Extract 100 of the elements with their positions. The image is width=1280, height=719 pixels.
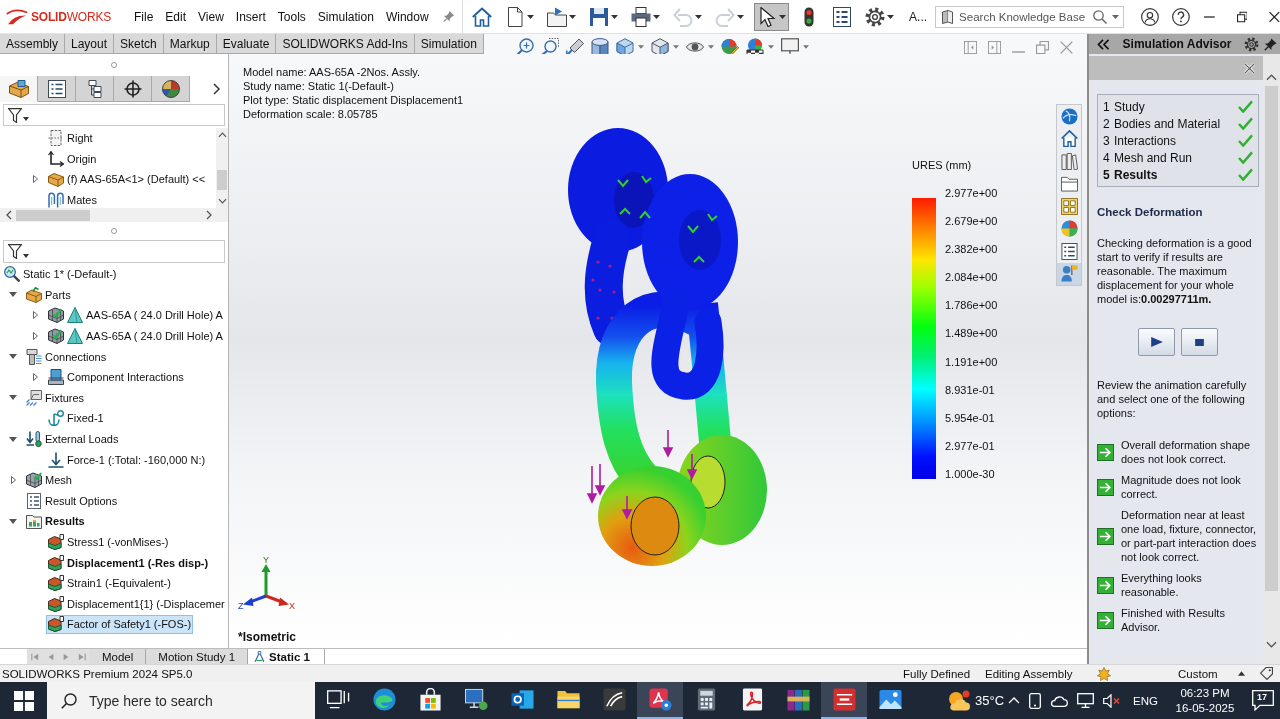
tree-item[interactable]: Displacement1 (-Res disp-) xyxy=(46,553,211,573)
tree-item[interactable]: Stress1 (-vonMises-) xyxy=(46,532,171,552)
select-button[interactable] xyxy=(754,2,790,31)
speaker-muted-icon[interactable] xyxy=(1103,693,1121,708)
caret-right-icon[interactable] xyxy=(32,175,38,184)
scroll-right-icon[interactable] xyxy=(206,210,212,220)
arrow-right-icon[interactable] xyxy=(1097,611,1114,629)
stop-button[interactable] xyxy=(1181,328,1218,356)
search-field[interactable]: Search Knowledge Base xyxy=(935,5,1125,28)
tree-item[interactable]: Fixtures xyxy=(24,388,87,408)
command-tab[interactable]: Markup xyxy=(163,34,217,54)
menu-item[interactable]: Tools xyxy=(277,9,306,24)
step-link[interactable]: Results xyxy=(1114,167,1238,182)
panel-tab[interactable] xyxy=(152,76,190,102)
arrow-right-icon[interactable] xyxy=(1097,443,1114,461)
step-link[interactable]: Study xyxy=(1114,99,1238,114)
caret-down-icon[interactable] xyxy=(9,395,17,401)
play-button[interactable] xyxy=(1138,328,1175,356)
tree-item[interactable]: Result Options xyxy=(24,491,120,511)
menu-item[interactable]: Simulation xyxy=(317,9,374,24)
panel-tab[interactable] xyxy=(76,76,114,102)
filter-field[interactable] xyxy=(3,240,225,263)
advisor-option[interactable]: Magnitude does not look correct. xyxy=(1121,473,1259,501)
burst-icon[interactable] xyxy=(1097,666,1111,681)
caret-icon[interactable] xyxy=(802,45,809,49)
scrollbar[interactable] xyxy=(1263,54,1280,664)
menu-item[interactable]: Edit xyxy=(165,9,187,24)
language-indicator[interactable]: ENG xyxy=(1133,694,1158,707)
caret-icon[interactable] xyxy=(672,45,679,49)
document-tab[interactable]: Model xyxy=(90,649,147,664)
tree-item[interactable]: Mesh xyxy=(24,470,74,490)
advisor-option[interactable]: Overall deformation shape does not look correct. xyxy=(1121,438,1259,466)
weather-temperature[interactable]: 35°C xyxy=(975,693,1005,708)
arrow-right-icon[interactable] xyxy=(1097,527,1114,545)
splitter-handle-icon[interactable] xyxy=(111,62,117,68)
scroll-up-icon[interactable] xyxy=(217,132,227,138)
document-tab[interactable]: Motion Study 1 xyxy=(146,649,249,664)
caret-icon[interactable] xyxy=(637,45,644,49)
scrollbar-thumb[interactable] xyxy=(217,170,227,190)
caret-right-icon[interactable] xyxy=(10,476,16,485)
command-tab[interactable]: Layout xyxy=(65,34,115,54)
double-chevron-left-icon[interactable] xyxy=(1097,38,1110,50)
search-icon[interactable] xyxy=(1093,9,1108,24)
caret-right-icon[interactable] xyxy=(32,311,38,320)
advisor-option[interactable]: Everything looks reasonable. xyxy=(1121,571,1259,599)
tree-item[interactable]: Component Interactions xyxy=(46,367,186,387)
gear-icon[interactable] xyxy=(1244,36,1259,52)
network-icon[interactable] xyxy=(1077,693,1095,708)
tree-item[interactable]: Right xyxy=(46,128,95,148)
pin-icon[interactable] xyxy=(442,10,455,23)
clock-time[interactable]: 06:23 PM xyxy=(1180,685,1230,701)
command-tab[interactable]: SOLIDWORKS Add-Ins xyxy=(276,34,415,54)
step-link[interactable]: Mesh and Run xyxy=(1114,150,1238,165)
scrollbar-thumb[interactable] xyxy=(16,209,90,221)
caret-down-icon[interactable] xyxy=(9,292,17,298)
caret-right-icon[interactable] xyxy=(32,332,38,341)
scroll-up-icon[interactable] xyxy=(1266,74,1277,81)
tree-item[interactable]: Displacement1{1} (-Displacemer xyxy=(46,594,227,614)
pin-icon[interactable] xyxy=(1264,37,1277,51)
speech-bubble-icon[interactable] xyxy=(1252,690,1274,711)
close-icon[interactable] xyxy=(1269,10,1280,23)
caret-icon[interactable] xyxy=(707,45,714,49)
scroll-down-icon[interactable] xyxy=(217,198,227,204)
magnifier-dashed-frame-icon[interactable] xyxy=(540,38,559,56)
command-tab[interactable]: Simulation xyxy=(414,34,484,54)
tag-icon[interactable] xyxy=(1259,667,1273,680)
filter-field[interactable] xyxy=(3,104,225,126)
help-icon[interactable] xyxy=(1171,6,1190,27)
scrollbar-thumb[interactable] xyxy=(1265,86,1278,591)
tree-item[interactable]: (f) AAS-65A<1> (Default) << xyxy=(46,170,208,189)
tree-item[interactable]: Strain1 (-Equivalent-) xyxy=(46,573,173,593)
search-field[interactable]: Type here to search xyxy=(47,682,315,719)
scroll-left-icon[interactable] xyxy=(6,210,12,220)
step-link[interactable]: Bodies and Material xyxy=(1114,116,1238,131)
chevron-right-icon[interactable] xyxy=(213,83,220,95)
tree-item[interactable]: AAS-65A ( 24.0 Drill Hole) A xyxy=(46,306,225,325)
caret-icon[interactable] xyxy=(1112,14,1120,19)
caret-down-icon[interactable] xyxy=(9,518,17,524)
close-icon[interactable] xyxy=(1244,62,1255,74)
menu-item[interactable]: Insert xyxy=(235,9,266,24)
taskbar-app-button[interactable] xyxy=(637,682,683,719)
tree-item[interactable]: Mates xyxy=(46,190,99,210)
step-link[interactable]: Interactions xyxy=(1114,133,1238,148)
restore-icon[interactable] xyxy=(1236,10,1248,23)
phone-icon[interactable] xyxy=(1029,692,1042,709)
menu-item[interactable]: Window xyxy=(385,9,429,24)
arrow-right-icon[interactable] xyxy=(1097,576,1114,594)
arrow-right-icon[interactable] xyxy=(1097,478,1114,496)
user-icon[interactable] xyxy=(1141,6,1159,27)
tree-item[interactable]: Results xyxy=(24,511,87,531)
monitor-icon[interactable] xyxy=(780,38,799,56)
caret-down-icon[interactable] xyxy=(9,354,17,360)
command-tab[interactable]: Evaluate xyxy=(216,34,277,54)
caret-right-icon[interactable] xyxy=(32,373,38,382)
tree-item[interactable]: Force-1 (:Total: -160,000 N:) xyxy=(46,450,208,470)
color-ball-pencil-icon[interactable] xyxy=(720,38,739,56)
advisor-option[interactable]: Finished with Results Advisor. xyxy=(1121,606,1259,634)
menu-item[interactable]: View xyxy=(198,9,224,24)
minimize-icon[interactable] xyxy=(1203,15,1215,18)
sun-cloud-icon[interactable] xyxy=(947,690,970,711)
